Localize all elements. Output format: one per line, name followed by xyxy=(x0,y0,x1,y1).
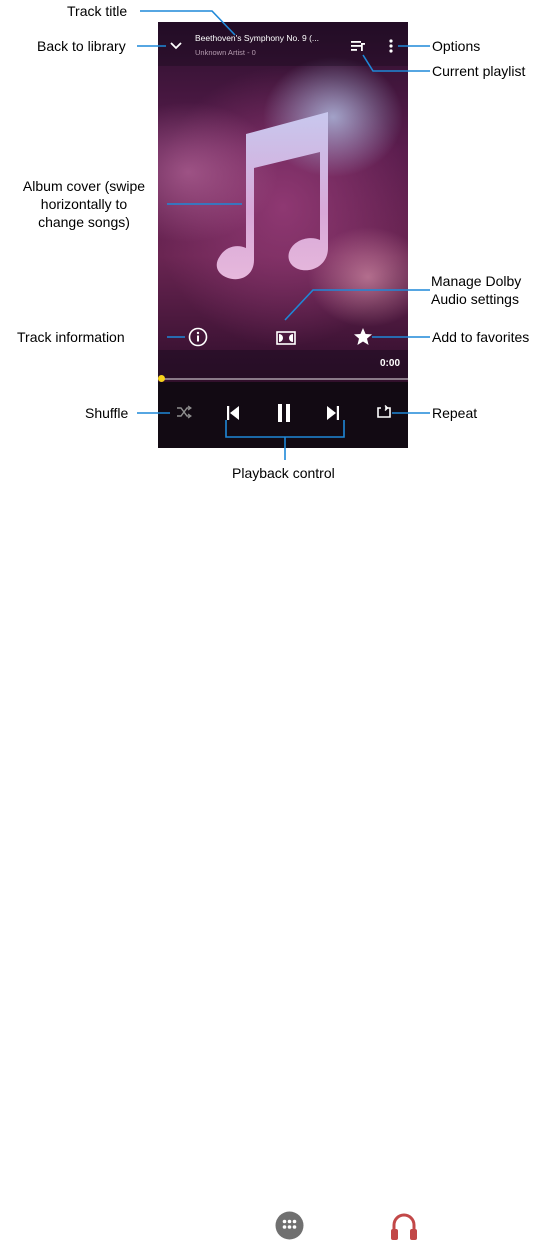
label-options: Options xyxy=(432,38,481,54)
label-add-to-favorites: Add to favorites xyxy=(432,329,530,345)
label-dolby-settings: Manage Dolby Audio settings xyxy=(431,273,522,307)
label-album-cover: Album cover (swipe horizontally to chang… xyxy=(22,178,146,230)
label-back-to-library: Back to library xyxy=(37,38,126,54)
headphones-icon[interactable] xyxy=(389,1211,419,1240)
label-playback-control: Playback control xyxy=(232,465,335,481)
label-current-playlist: Current playlist xyxy=(432,63,526,79)
label-track-title: Track title xyxy=(67,3,128,19)
label-repeat: Repeat xyxy=(432,405,478,421)
label-shuffle: Shuffle xyxy=(85,405,129,421)
apps-icon[interactable] xyxy=(275,1211,304,1240)
label-track-information: Track information xyxy=(17,329,125,345)
